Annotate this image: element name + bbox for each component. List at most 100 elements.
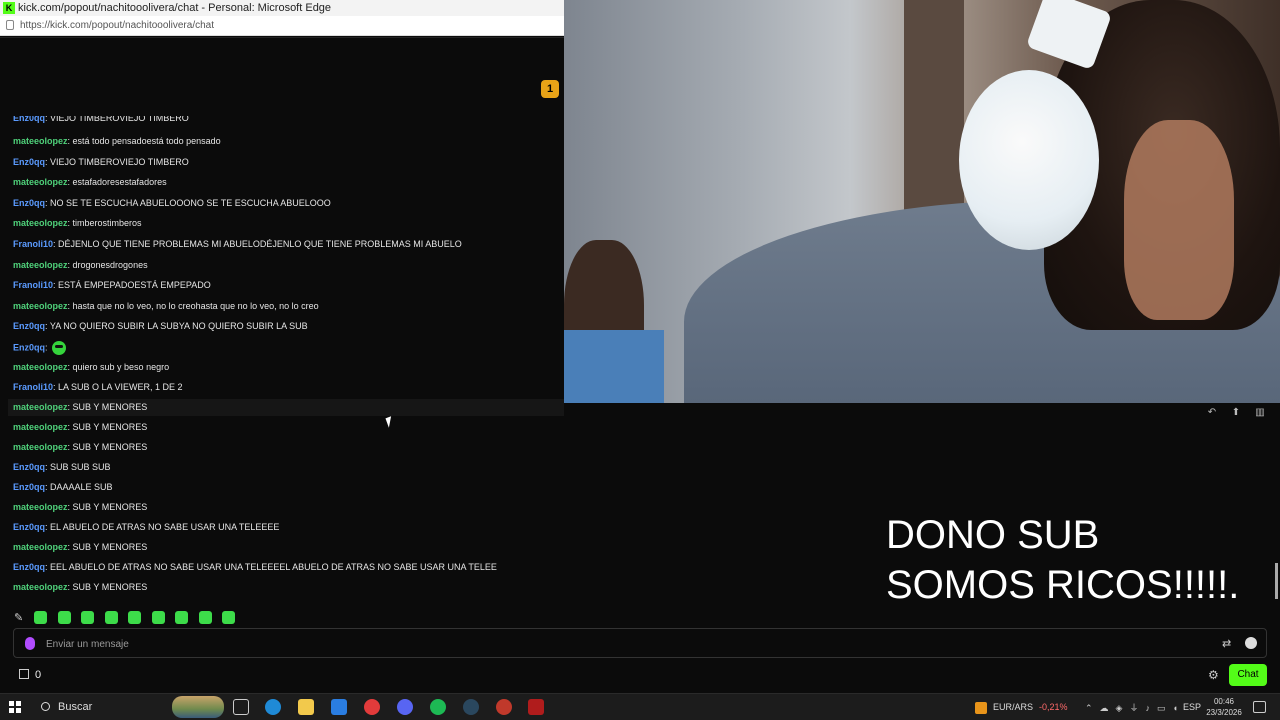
chat-message[interactable]: Enz0qq: VIEJO TIMBEROVIEJO TIMBERO <box>13 157 189 167</box>
currency-widget[interactable]: EUR/ARS -0,21% <box>975 694 1068 720</box>
network-icon[interactable]: ▭ <box>1157 703 1166 714</box>
chat-message[interactable]: mateeolopez: drogonesdrogones <box>13 260 148 270</box>
chat-username[interactable]: Enz0qq <box>13 321 45 331</box>
microphone-icon[interactable] <box>25 637 35 650</box>
chat-username[interactable]: mateeolopez <box>13 260 68 270</box>
volume-icon[interactable]: ◖ <box>1173 703 1178 713</box>
chat-message[interactable]: mateeolopez: timberostimberos <box>13 218 142 228</box>
spotify-icon[interactable] <box>430 699 446 715</box>
trash-icon[interactable]: ▥ <box>1253 407 1267 418</box>
emote-icon[interactable] <box>128 611 142 625</box>
scrollbar-thumb[interactable] <box>1275 563 1278 599</box>
usb-icon[interactable]: ⏚ <box>1129 701 1138 714</box>
chat-message[interactable]: mateeolopez: SUB Y MENORES <box>13 542 147 552</box>
chat-username[interactable]: Franoli10 <box>13 239 53 249</box>
chat-message[interactable]: mateeolopez: SUB Y MENORES <box>13 442 147 452</box>
emote-icon[interactable] <box>222 611 236 625</box>
chat-username[interactable]: mateeolopez <box>13 136 68 146</box>
chat-message[interactable]: Enz0qq: EL ABUELO DE ATRAS NO SABE USAR … <box>13 522 279 532</box>
app-icon[interactable] <box>528 699 544 715</box>
chat-username[interactable]: Enz0qq <box>13 462 45 472</box>
opera-icon[interactable] <box>364 699 380 715</box>
obs-icon[interactable] <box>496 699 512 715</box>
chat-input-box[interactable]: ⇄ <box>13 628 1267 658</box>
chat-username[interactable]: mateeolopez <box>13 177 68 187</box>
file-explorer-icon[interactable] <box>298 699 314 715</box>
emote-icon[interactable] <box>34 611 48 625</box>
chat-username[interactable]: mateeolopez <box>13 218 68 228</box>
chat-message[interactable]: Franoli10: DÉJENLO QUE TIENE PROBLEMAS M… <box>13 239 462 249</box>
chat-message[interactable]: mateeolopez: está todo pensadoestá todo … <box>13 136 221 146</box>
chat-username[interactable]: Enz0qq <box>13 198 45 208</box>
message-input[interactable] <box>46 635 1196 653</box>
task-view-icon[interactable] <box>233 699 249 715</box>
chat-message[interactable]: mateeolopez: SUB Y MENORES <box>13 422 147 432</box>
chat-username[interactable]: Enz0qq <box>13 116 45 123</box>
chat-username[interactable]: mateeolopez <box>13 301 68 311</box>
chat-message[interactable]: Enz0qq: NO SE TE ESCUCHA ABUELOOONO SE T… <box>13 198 331 208</box>
store-icon[interactable] <box>331 699 347 715</box>
chat-message[interactable]: Enz0qq: VIEJO TIMBEROVIEJO TIMBERO <box>13 116 189 123</box>
emote-icon[interactable] <box>175 611 189 625</box>
chat-username[interactable]: Enz0qq <box>13 157 45 167</box>
emote-icon[interactable] <box>104 611 118 625</box>
chat-message[interactable]: Franoli10: ESTÁ EMPEPADOESTÁ EMPEPADO <box>13 280 211 290</box>
shield-icon[interactable]: ◈ <box>1116 703 1123 714</box>
chat-messages[interactable]: Enz0qq: VIEJO TIMBEROVIEJO TIMBERO mateeo… <box>0 116 564 600</box>
chat-username[interactable]: mateeolopez <box>13 582 68 592</box>
address-bar[interactable]: https://kick.com/popout/nachitooolivera/… <box>0 16 564 36</box>
chat-message-text: : SUB Y MENORES <box>67 542 148 552</box>
chat-message[interactable]: mateeolopez: estafadoresestafadores <box>13 177 167 187</box>
edge-icon[interactable] <box>265 699 281 715</box>
chat-message[interactable]: Franoli10: LA SUB O LA VIEWER, 1 DE 2 <box>13 382 183 392</box>
chat-message[interactable]: mateeolopez: quiero sub y beso negro <box>13 362 169 372</box>
chat-message[interactable]: mateeolopez: SUB Y MENORES <box>13 582 147 592</box>
clock[interactable]: 00:46 23/3/2026 <box>1203 696 1245 718</box>
gear-icon[interactable]: ⚙ <box>1208 668 1219 682</box>
steam-icon[interactable] <box>463 699 479 715</box>
chat-username[interactable]: mateeolopez <box>13 442 68 452</box>
widgets-icon[interactable] <box>172 696 224 718</box>
chat-username[interactable]: Enz0qq <box>13 342 45 352</box>
chat-username[interactable]: Franoli10 <box>13 382 53 392</box>
emote-icon[interactable] <box>151 611 165 625</box>
emote-icon[interactable] <box>198 611 212 625</box>
undo-icon[interactable]: ↶ <box>1205 407 1219 418</box>
chat-username[interactable]: mateeolopez <box>13 502 68 512</box>
pin-icon[interactable]: ⬆ <box>1229 407 1243 418</box>
feather-icon[interactable]: ✎ <box>14 611 24 624</box>
chat-message[interactable]: mateeolopez: SUB Y MENORES <box>13 402 147 412</box>
system-tray-icons[interactable]: ⌃ ☁ ◈ ⏚ ♪ ▭ ◖ <box>1085 701 1185 714</box>
language-indicator[interactable]: ESP <box>1183 694 1201 720</box>
taskbar-search[interactable]: Buscar <box>34 697 164 717</box>
url-text[interactable]: https://kick.com/popout/nachitooolivera/… <box>20 20 214 31</box>
chat-message[interactable]: Enz0qq: <box>13 341 66 355</box>
notifications-icon[interactable] <box>1253 701 1266 713</box>
chat-username[interactable]: Enz0qq <box>13 482 45 492</box>
chat-message[interactable]: Enz0qq: YA NO QUIERO SUBIR LA SUBYA NO Q… <box>13 321 308 331</box>
chat-username[interactable]: mateeolopez <box>13 402 68 412</box>
discord-icon[interactable] <box>397 699 413 715</box>
chat-username[interactable]: mateeolopez <box>13 422 68 432</box>
emote-icon[interactable] <box>57 611 71 625</box>
chat-username[interactable]: Enz0qq <box>13 522 45 532</box>
translate-icon[interactable]: ⇄ <box>1222 637 1231 650</box>
windows-start-icon[interactable] <box>9 701 21 713</box>
emote-icon[interactable] <box>81 611 95 625</box>
send-chat-button[interactable]: Chat <box>1229 664 1267 686</box>
chat-username[interactable]: Franoli10 <box>13 280 53 290</box>
notification-badge[interactable]: 1 <box>541 80 559 98</box>
chat-message[interactable]: Enz0qq: EEL ABUELO DE ATRAS NO SABE USAR… <box>13 562 497 572</box>
cloud-icon[interactable]: ☁ <box>1100 703 1109 714</box>
channel-points[interactable]: 0 <box>19 669 41 681</box>
emoji-picker-icon[interactable] <box>1245 637 1257 649</box>
chevron-up-icon[interactable]: ⌃ <box>1085 703 1093 714</box>
chat-username[interactable]: Enz0qq <box>13 562 45 572</box>
chat-username[interactable]: mateeolopez <box>13 542 68 552</box>
chat-message[interactable]: Enz0qq: DAAAALE SUB <box>13 482 113 492</box>
speaker-icon[interactable]: ♪ <box>1145 703 1150 713</box>
chat-message[interactable]: mateeolopez: SUB Y MENORES <box>13 502 147 512</box>
chat-username[interactable]: mateeolopez <box>13 362 68 372</box>
chat-message[interactable]: Enz0qq: SUB SUB SUB <box>13 462 111 472</box>
chat-message[interactable]: mateeolopez: hasta que no lo veo, no lo … <box>13 301 319 311</box>
